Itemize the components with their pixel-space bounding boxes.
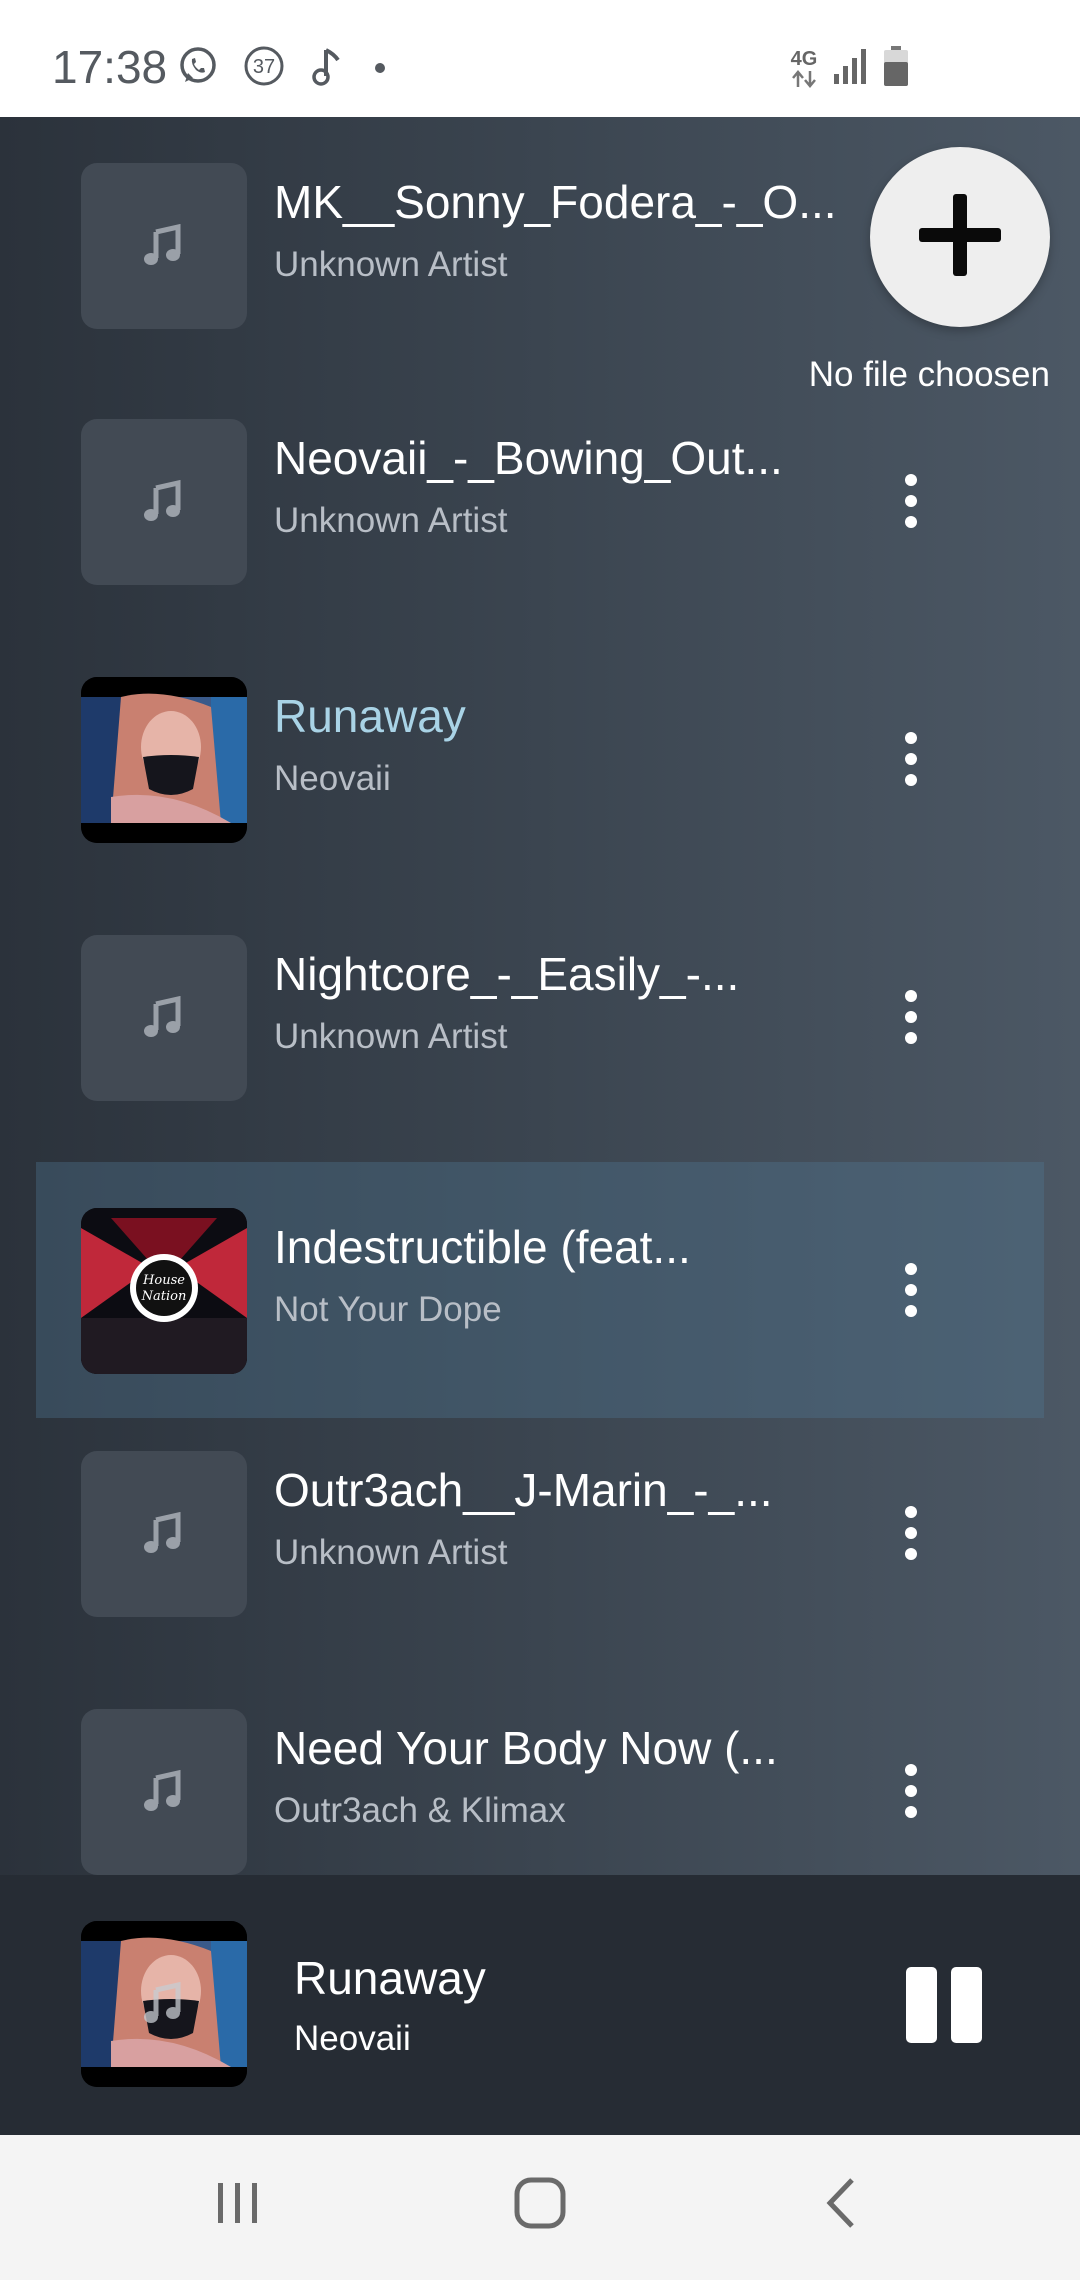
recent-apps-button[interactable]	[188, 2165, 288, 2245]
track-title-playing: Runaway	[274, 690, 466, 742]
system-nav-bar	[0, 2135, 1080, 2280]
music-note-icon	[81, 419, 247, 585]
home-icon	[513, 2176, 567, 2235]
track-title: Need Your Body Now (...	[274, 1722, 778, 1774]
more-options-button[interactable]	[896, 1493, 926, 1573]
album-art	[81, 1709, 247, 1875]
track-artist: Outr3ach & Klimax	[274, 1791, 566, 1830]
notification-icons: 37	[176, 44, 390, 93]
music-note-icon	[308, 44, 348, 93]
track-artist: Unknown Artist	[274, 1533, 508, 1572]
list-item-selected[interactable]: House Nation Indestructible (feat... Not…	[36, 1162, 1044, 1418]
network-type: 4G	[790, 47, 818, 70]
more-options-button[interactable]	[896, 1751, 926, 1831]
now-playing-title: Runaway	[294, 1952, 486, 2004]
now-playing-art	[81, 1921, 247, 2087]
music-note-icon	[81, 1451, 247, 1617]
album-art: House Nation	[81, 1208, 247, 1374]
track-artist: Unknown Artist	[274, 1017, 508, 1056]
now-playing-artist: Neovaii	[294, 2019, 411, 2058]
list-item[interactable]: Outr3ach__J-Marin_-_... Unknown Artist	[36, 1405, 1044, 1661]
more-options-button[interactable]	[896, 461, 926, 541]
more-options-button[interactable]	[896, 719, 926, 799]
back-button[interactable]	[792, 2165, 892, 2245]
signal-icon	[832, 46, 868, 91]
badge-37-icon: 37	[242, 44, 286, 93]
mini-player[interactable]: Runaway Neovaii	[0, 1875, 1080, 2135]
track-title: Indestructible (feat...	[274, 1221, 691, 1273]
add-file-button[interactable]	[870, 147, 1050, 327]
album-art	[81, 1451, 247, 1617]
music-note-icon	[81, 163, 247, 329]
track-artist: Neovaii	[274, 759, 391, 798]
track-list[interactable]: MK__Sonny_Fodera_-_O... Unknown Artist N…	[0, 117, 1080, 1875]
battery-icon	[882, 44, 910, 93]
svg-text:House: House	[142, 1273, 185, 1288]
file-status-label: No file choosen	[808, 355, 1050, 394]
badge-count: 37	[253, 56, 275, 78]
whatsapp-icon	[176, 44, 220, 93]
list-item[interactable]: Nightcore_-_Easily_-... Unknown Artist	[36, 889, 1044, 1145]
dot-icon	[370, 44, 390, 93]
music-note-icon	[81, 1709, 247, 1875]
track-artist: Unknown Artist	[274, 501, 508, 540]
list-item[interactable]: Neovaii_-_Bowing_Out... Unknown Artist	[36, 373, 1044, 629]
pause-button[interactable]	[906, 1967, 982, 2043]
album-art	[81, 935, 247, 1101]
track-artist: Not Your Dope	[274, 1290, 502, 1329]
track-title: Neovaii_-_Bowing_Out...	[274, 432, 783, 484]
system-icons: 4G	[790, 44, 910, 93]
pause-icon	[906, 1967, 937, 2043]
status-bar: 17:38 37 4G	[0, 0, 1080, 117]
album-art	[81, 163, 247, 329]
home-button[interactable]	[490, 2165, 590, 2245]
list-item[interactable]: Runaway Neovaii	[36, 631, 1044, 887]
music-note-icon	[81, 935, 247, 1101]
list-item[interactable]: Need Your Body Now (... Outr3ach & Klima…	[36, 1663, 1044, 1875]
recent-apps-icon	[213, 2178, 263, 2233]
track-title: Nightcore_-_Easily_-...	[274, 948, 740, 1000]
back-icon	[822, 2176, 862, 2235]
more-options-button[interactable]	[896, 977, 926, 1057]
svg-text:Nation: Nation	[141, 1289, 187, 1304]
more-options-button[interactable]	[896, 1250, 926, 1330]
plus-icon	[915, 190, 1005, 285]
track-artist: Unknown Artist	[274, 245, 508, 284]
music-app: MK__Sonny_Fodera_-_O... Unknown Artist N…	[0, 117, 1080, 2135]
network-arrows-icon: 4G	[790, 49, 818, 89]
track-title: MK__Sonny_Fodera_-_O...	[274, 176, 837, 228]
album-art-house-nation: House Nation	[81, 1208, 247, 1374]
album-art	[81, 419, 247, 585]
status-time: 17:38	[52, 41, 168, 93]
track-title: Outr3ach__J-Marin_-_...	[274, 1464, 773, 1516]
album-art-girl	[81, 677, 247, 843]
album-art	[81, 677, 247, 843]
